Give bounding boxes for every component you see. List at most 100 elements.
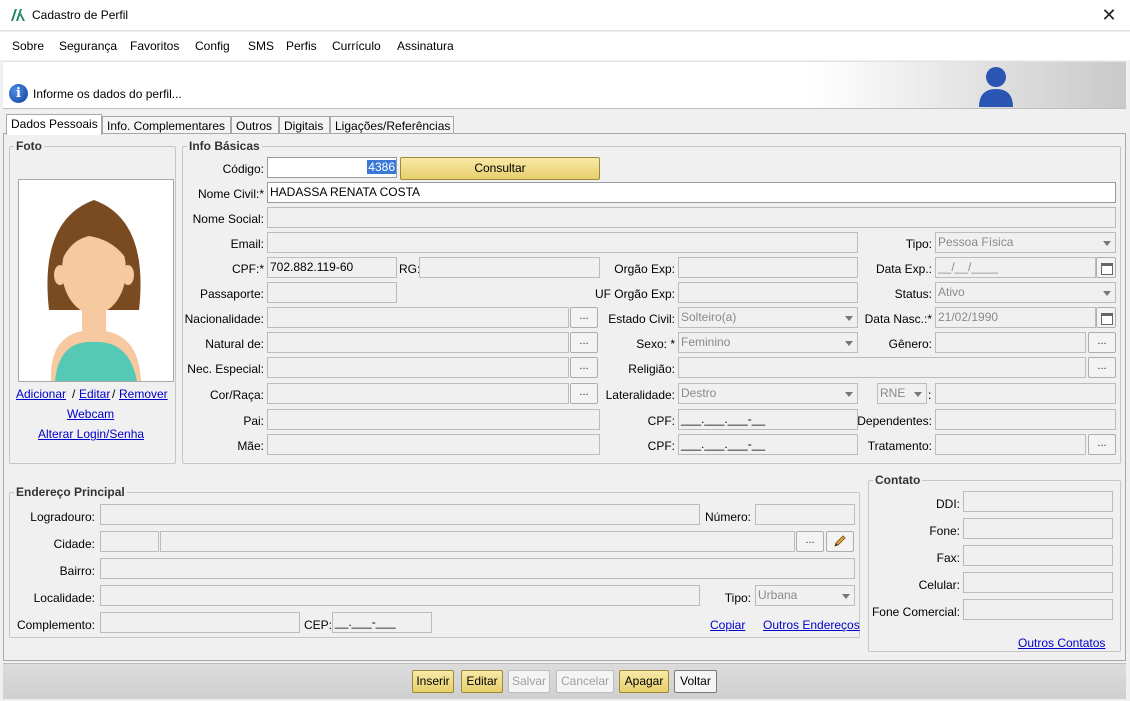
tab-dados-pessoais[interactable]: Dados Pessoais — [6, 114, 102, 135]
natural-de-lookup-button[interactable]: ... — [570, 332, 598, 353]
tipo-select[interactable]: Pessoa Física — [935, 232, 1116, 253]
status-select[interactable]: Ativo — [935, 282, 1116, 303]
menu-assinatura[interactable]: Assinatura — [397, 39, 454, 53]
menu-sms[interactable]: SMS — [248, 39, 274, 53]
email-label: Email: — [230, 237, 264, 251]
inserir-button[interactable]: Inserir — [412, 670, 454, 693]
numero-input[interactable] — [755, 504, 855, 525]
menu-curriculo[interactable]: Currículo — [332, 39, 381, 53]
editar-foto-link[interactable]: Editar — [79, 387, 110, 401]
calendar-icon[interactable] — [1096, 257, 1116, 278]
salvar-button[interactable]: Salvar — [508, 670, 550, 693]
menu-sobre[interactable]: Sobre — [12, 39, 44, 53]
bairro-label: Bairro: — [59, 564, 95, 578]
close-icon[interactable]: ✕ — [1096, 3, 1122, 27]
webcam-link[interactable]: Webcam — [67, 407, 114, 421]
fone-label: Fone: — [929, 524, 960, 538]
dados-pessoais-panel: Foto Adicionar / Editar / Remover Webcam… — [3, 133, 1126, 661]
estado-civil-select[interactable]: Solteiro(a) — [678, 307, 858, 328]
remover-foto-link[interactable]: Remover — [119, 387, 168, 401]
orgao-exp-input[interactable] — [678, 257, 858, 278]
cidade-input[interactable] — [160, 531, 795, 552]
nome-social-input[interactable] — [267, 207, 1116, 228]
menu-config[interactable]: Config — [195, 39, 230, 53]
avatar-image — [19, 180, 173, 381]
menu-favoritos[interactable]: Favoritos — [130, 39, 179, 53]
logradouro-input[interactable] — [100, 504, 700, 525]
window-title: Cadastro de Perfil — [32, 8, 129, 22]
celular-input[interactable] — [963, 572, 1113, 593]
endereco-tipo-label: Tipo: — [724, 591, 751, 605]
edit-pencil-icon[interactable] — [826, 531, 854, 552]
dependentes-input[interactable] — [935, 409, 1116, 430]
uf-orgao-input[interactable] — [678, 282, 858, 303]
voltar-button[interactable]: Voltar — [674, 670, 717, 693]
info-icon: i — [9, 84, 28, 103]
nec-especial-input[interactable] — [267, 357, 569, 378]
outros-enderecos-link[interactable]: Outros Endereços — [763, 618, 860, 632]
cep-input[interactable]: __.___-___ — [332, 612, 432, 633]
data-nasc-input[interactable]: 21/02/1990 — [935, 307, 1096, 328]
nacionalidade-input[interactable] — [267, 307, 569, 328]
bairro-input[interactable] — [100, 558, 855, 579]
editar-button[interactable]: Editar — [461, 670, 503, 693]
adicionar-link[interactable]: Adicionar — [16, 387, 66, 401]
cidade-codigo-input[interactable] — [100, 531, 159, 552]
cor-raca-input[interactable] — [267, 383, 569, 404]
cpf-mae-input[interactable]: ___.___.___-__ — [678, 434, 858, 455]
nacionalidade-lookup-button[interactable]: ... — [570, 307, 598, 328]
status-label: Status: — [894, 287, 932, 301]
cancelar-button[interactable]: Cancelar — [556, 670, 614, 693]
sexo-select[interactable]: Feminino — [678, 332, 858, 353]
fone-input[interactable] — [963, 518, 1113, 539]
fone-comercial-input[interactable] — [963, 599, 1113, 620]
copiar-link[interactable]: Copiar — [710, 618, 745, 632]
rg-input[interactable] — [419, 257, 600, 278]
dependentes-label: Dependentes: — [857, 414, 932, 428]
nome-civil-input[interactable]: HADASSA RENATA COSTA — [267, 182, 1116, 203]
genero-input[interactable] — [935, 332, 1086, 353]
endereco-tipo-select[interactable]: Urbana — [755, 585, 855, 606]
natural-de-input[interactable] — [267, 332, 569, 353]
tratamento-input[interactable] — [935, 434, 1086, 455]
pai-input[interactable] — [267, 409, 600, 430]
app-logo-icon — [11, 9, 25, 21]
email-input[interactable] — [267, 232, 858, 253]
numero-label: Número: — [704, 510, 751, 524]
religiao-input[interactable] — [678, 357, 1086, 378]
rne-select[interactable]: RNE — [877, 383, 927, 404]
foto-group: Foto Adicionar / Editar / Remover Webcam… — [9, 139, 176, 464]
profile-photo[interactable] — [18, 179, 174, 382]
mae-input[interactable] — [267, 434, 600, 455]
passaporte-input[interactable] — [267, 282, 397, 303]
cpf-pai-input[interactable]: ___.___.___-__ — [678, 409, 858, 430]
codigo-input[interactable]: 4386 — [267, 157, 397, 178]
cpf-input[interactable]: 702.882.119-60 — [267, 257, 397, 278]
fax-input[interactable] — [963, 545, 1113, 566]
data-nasc-label: Data Nasc.:* — [864, 312, 932, 326]
data-exp-input[interactable]: __/__/____ — [935, 257, 1096, 278]
calendar-icon[interactable] — [1096, 307, 1116, 328]
mae-label: Mãe: — [237, 439, 264, 453]
religiao-lookup-button[interactable]: ... — [1088, 357, 1116, 378]
rne-value: RNE — [880, 386, 906, 400]
localidade-label: Localidade: — [33, 591, 95, 605]
cor-raca-lookup-button[interactable]: ... — [570, 383, 598, 404]
menu-perfis[interactable]: Perfis — [286, 39, 317, 53]
outros-contatos-link[interactable]: Outros Contatos — [1018, 636, 1105, 650]
ddi-input[interactable] — [963, 491, 1113, 512]
localidade-input[interactable] — [100, 585, 700, 606]
genero-lookup-button[interactable]: ... — [1088, 332, 1116, 353]
consultar-button[interactable]: Consultar — [400, 157, 600, 180]
tipo-value: Pessoa Física — [938, 235, 1014, 249]
complemento-input[interactable] — [100, 612, 300, 633]
menu-seguranca[interactable]: Segurança — [59, 39, 117, 53]
tratamento-lookup-button[interactable]: ... — [1088, 434, 1116, 455]
nec-especial-lookup-button[interactable]: ... — [570, 357, 598, 378]
lateralidade-select[interactable]: Destro — [678, 383, 858, 404]
rne-input[interactable] — [935, 383, 1116, 404]
alterar-login-link[interactable]: Alterar Login/Senha — [38, 427, 144, 441]
tipo-label: Tipo: — [905, 237, 932, 251]
apagar-button[interactable]: Apagar — [619, 670, 669, 693]
cidade-lookup-button[interactable]: ... — [796, 531, 824, 552]
